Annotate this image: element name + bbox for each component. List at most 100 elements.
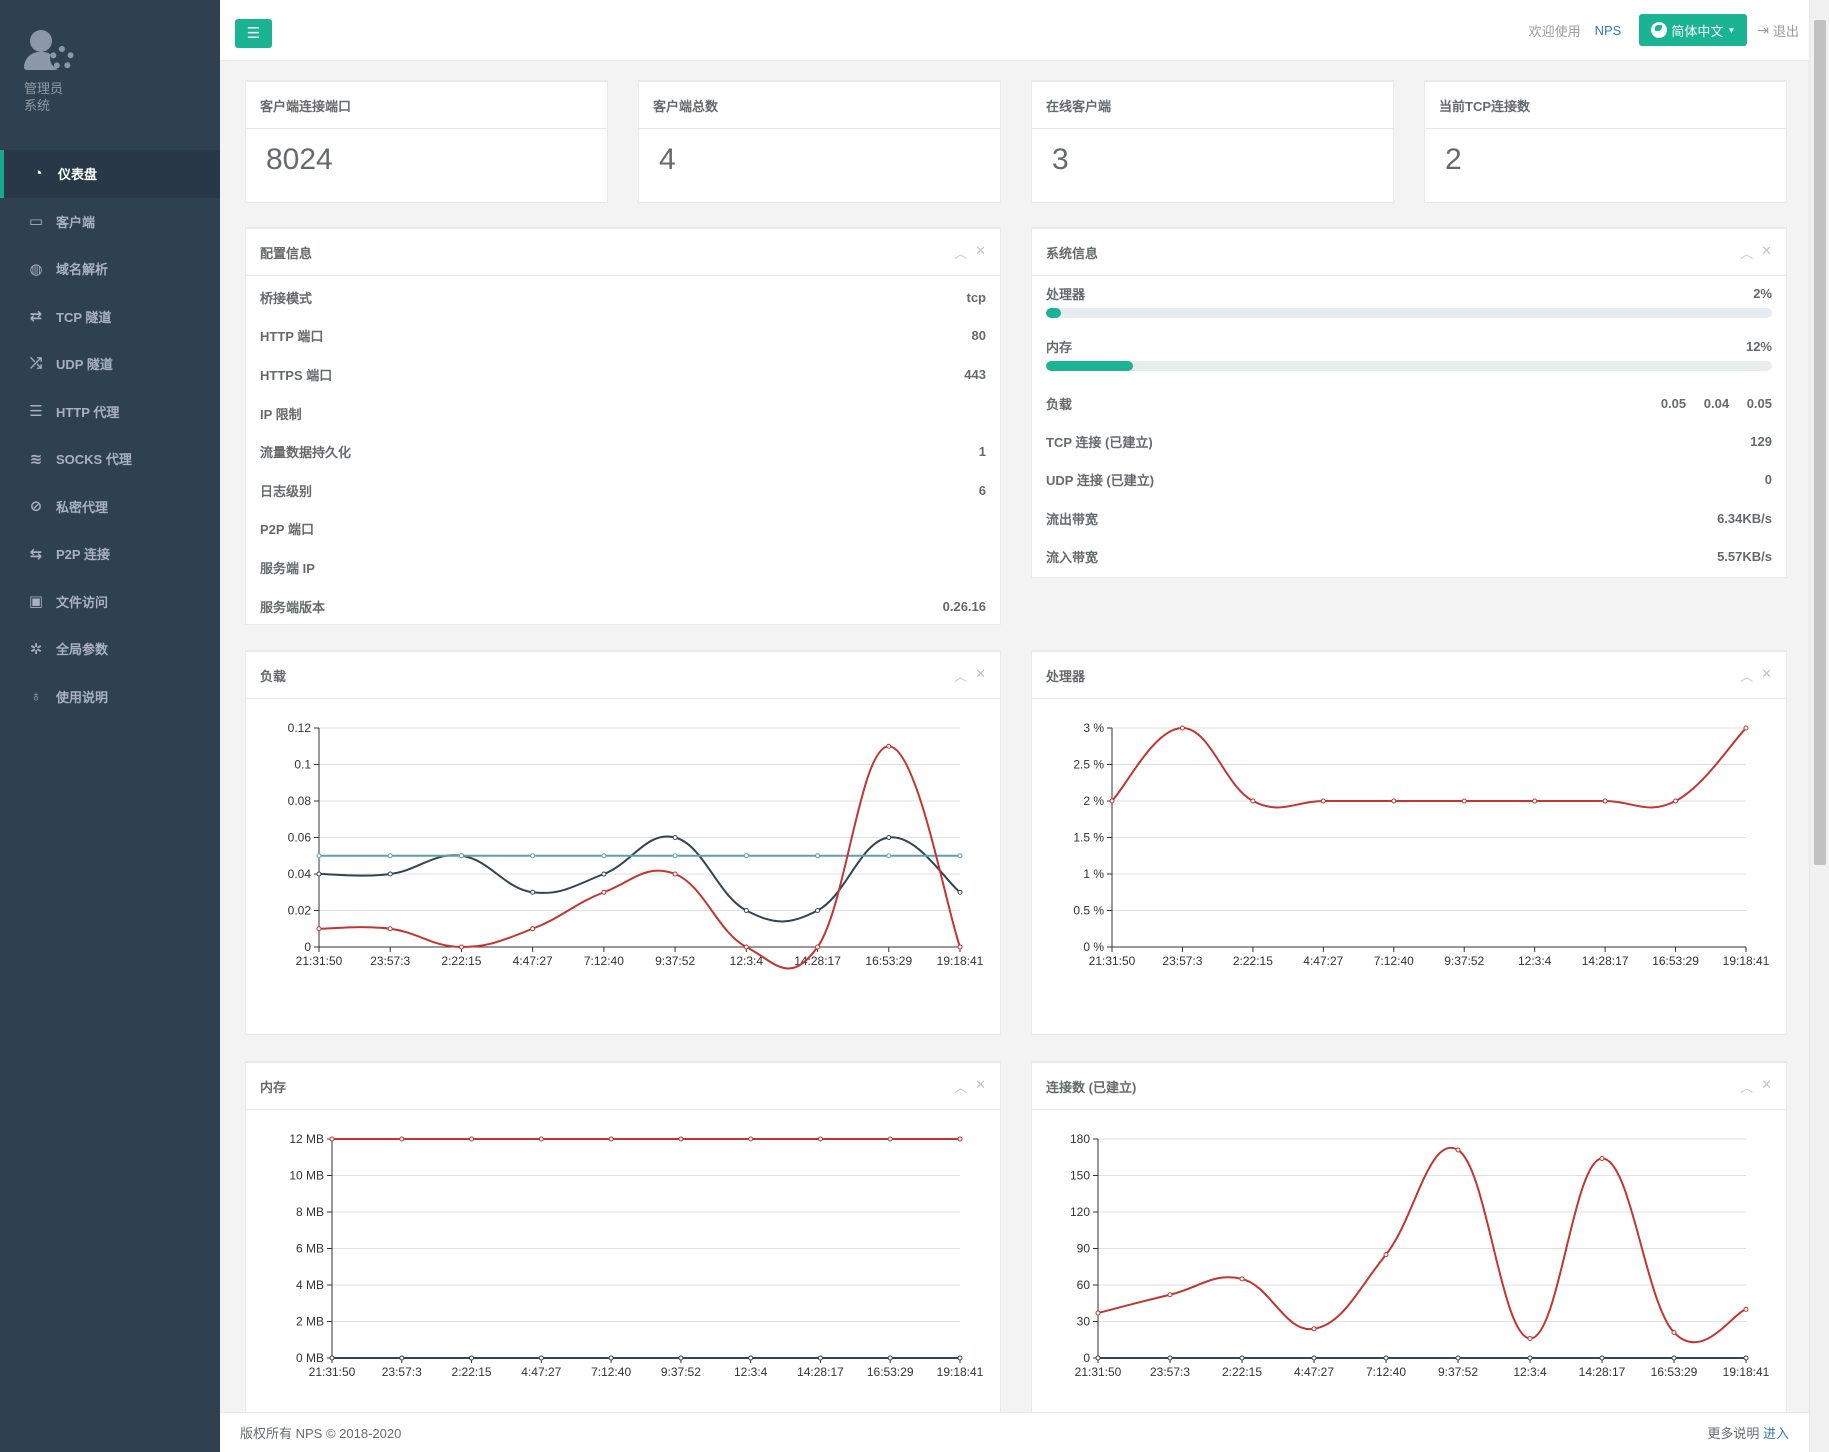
- sidebar-item-1[interactable]: ▭ 客户端: [0, 198, 220, 246]
- chevron-up-icon[interactable]: ︿: [954, 1077, 967, 1096]
- data-point[interactable]: [530, 853, 536, 859]
- sidebar-item-4[interactable]: ⤮ UDP 隧道: [0, 340, 220, 388]
- data-point[interactable]: [1311, 1355, 1317, 1361]
- data-point[interactable]: [1743, 1355, 1749, 1361]
- data-point[interactable]: [957, 1136, 963, 1142]
- data-point[interactable]: [530, 889, 536, 895]
- data-point[interactable]: [887, 1136, 893, 1142]
- data-point[interactable]: [957, 1355, 963, 1361]
- close-icon[interactable]: ✕: [1761, 243, 1772, 262]
- data-point[interactable]: [672, 835, 678, 840]
- data-point[interactable]: [743, 853, 749, 859]
- data-point[interactable]: [1095, 1310, 1101, 1316]
- data-point[interactable]: [957, 889, 963, 895]
- data-point[interactable]: [1673, 798, 1679, 804]
- data-point[interactable]: [1599, 1155, 1605, 1161]
- data-point[interactable]: [608, 1355, 614, 1361]
- data-point[interactable]: [1383, 1252, 1389, 1258]
- data-point[interactable]: [316, 871, 322, 877]
- data-point[interactable]: [387, 926, 393, 932]
- data-point[interactable]: [1391, 798, 1397, 804]
- data-point[interactable]: [316, 926, 322, 932]
- data-point[interactable]: [886, 853, 892, 859]
- sidebar-item-0[interactable]: ◔ 仪表盘: [0, 150, 220, 198]
- sidebar-item-7[interactable]: ⊘ 私密代理: [0, 483, 220, 531]
- brand-link[interactable]: NPS: [1595, 23, 1622, 38]
- close-icon[interactable]: ✕: [975, 666, 986, 685]
- chevron-up-icon[interactable]: ︿: [1740, 666, 1753, 685]
- language-dropdown[interactable]: 简体中文 ▼: [1639, 14, 1748, 46]
- data-point[interactable]: [1179, 725, 1185, 731]
- data-point[interactable]: [387, 853, 393, 859]
- sidebar-item-8[interactable]: ⇆ P2P 连接: [0, 530, 220, 578]
- data-point[interactable]: [743, 908, 749, 913]
- data-point[interactable]: [678, 1136, 684, 1142]
- data-point[interactable]: [815, 944, 821, 950]
- close-icon[interactable]: ✕: [1761, 1077, 1772, 1096]
- sidebar-item-6[interactable]: ≋ SOCKS 代理: [0, 435, 220, 483]
- data-point[interactable]: [672, 853, 678, 859]
- data-point[interactable]: [469, 1355, 475, 1361]
- data-point[interactable]: [1095, 1355, 1101, 1361]
- data-point[interactable]: [748, 1136, 754, 1142]
- data-point[interactable]: [1599, 1355, 1605, 1361]
- data-point[interactable]: [1743, 1306, 1749, 1312]
- page-scrollbar[interactable]: [1809, 0, 1829, 1452]
- scrollbar-thumb[interactable]: [1814, 20, 1826, 865]
- close-icon[interactable]: ✕: [975, 243, 986, 262]
- data-point[interactable]: [1383, 1355, 1389, 1361]
- sidebar-item-5[interactable]: ☰ HTTP 代理: [0, 388, 220, 436]
- data-point[interactable]: [469, 1136, 475, 1142]
- data-point[interactable]: [329, 1136, 335, 1142]
- data-point[interactable]: [1671, 1355, 1677, 1361]
- data-point[interactable]: [1455, 1355, 1461, 1361]
- close-icon[interactable]: ✕: [975, 1077, 986, 1096]
- data-point[interactable]: [538, 1355, 544, 1361]
- data-point[interactable]: [1239, 1355, 1245, 1361]
- data-point[interactable]: [608, 1136, 614, 1142]
- data-point[interactable]: [1532, 798, 1538, 804]
- data-point[interactable]: [886, 835, 892, 840]
- close-icon[interactable]: ✕: [1761, 666, 1772, 685]
- data-point[interactable]: [1743, 725, 1749, 731]
- more-info-link[interactable]: 进入: [1763, 1426, 1789, 1441]
- data-point[interactable]: [815, 853, 821, 859]
- data-point[interactable]: [601, 871, 607, 877]
- data-point[interactable]: [886, 743, 892, 749]
- logout-link[interactable]: ⇥ 退出: [1757, 21, 1799, 40]
- data-point[interactable]: [399, 1355, 405, 1361]
- data-point[interactable]: [1311, 1326, 1317, 1332]
- data-point[interactable]: [458, 944, 464, 950]
- data-point[interactable]: [387, 871, 393, 877]
- data-point[interactable]: [458, 853, 464, 859]
- data-point[interactable]: [957, 944, 963, 950]
- data-point[interactable]: [817, 1136, 823, 1142]
- data-point[interactable]: [1250, 798, 1256, 804]
- data-point[interactable]: [601, 853, 607, 859]
- chevron-up-icon[interactable]: ︿: [1740, 243, 1753, 262]
- data-point[interactable]: [329, 1355, 335, 1361]
- data-point[interactable]: [672, 871, 678, 877]
- data-point[interactable]: [538, 1136, 544, 1142]
- data-point[interactable]: [817, 1355, 823, 1361]
- chevron-up-icon[interactable]: ︿: [954, 243, 967, 262]
- data-point[interactable]: [530, 926, 536, 932]
- chevron-up-icon[interactable]: ︿: [954, 666, 967, 685]
- sidebar-item-9[interactable]: ▣ 文件访问: [0, 578, 220, 626]
- data-point[interactable]: [957, 853, 963, 859]
- data-point[interactable]: [399, 1136, 405, 1142]
- data-point[interactable]: [748, 1355, 754, 1361]
- data-point[interactable]: [1602, 798, 1608, 804]
- sidebar-item-10[interactable]: ✲ 全局参数: [0, 625, 220, 673]
- sidebar-item-2[interactable]: ◍ 域名解析: [0, 245, 220, 293]
- data-point[interactable]: [1320, 798, 1326, 804]
- data-point[interactable]: [815, 908, 821, 913]
- data-point[interactable]: [1527, 1355, 1533, 1361]
- data-point[interactable]: [316, 853, 322, 859]
- data-point[interactable]: [1527, 1336, 1533, 1342]
- menu-toggle-button[interactable]: ☰: [235, 19, 272, 48]
- data-point[interactable]: [887, 1355, 893, 1361]
- sidebar-item-3[interactable]: ⇄ TCP 隧道: [0, 293, 220, 341]
- chevron-up-icon[interactable]: ︿: [1740, 1077, 1753, 1096]
- data-point[interactable]: [1461, 798, 1467, 804]
